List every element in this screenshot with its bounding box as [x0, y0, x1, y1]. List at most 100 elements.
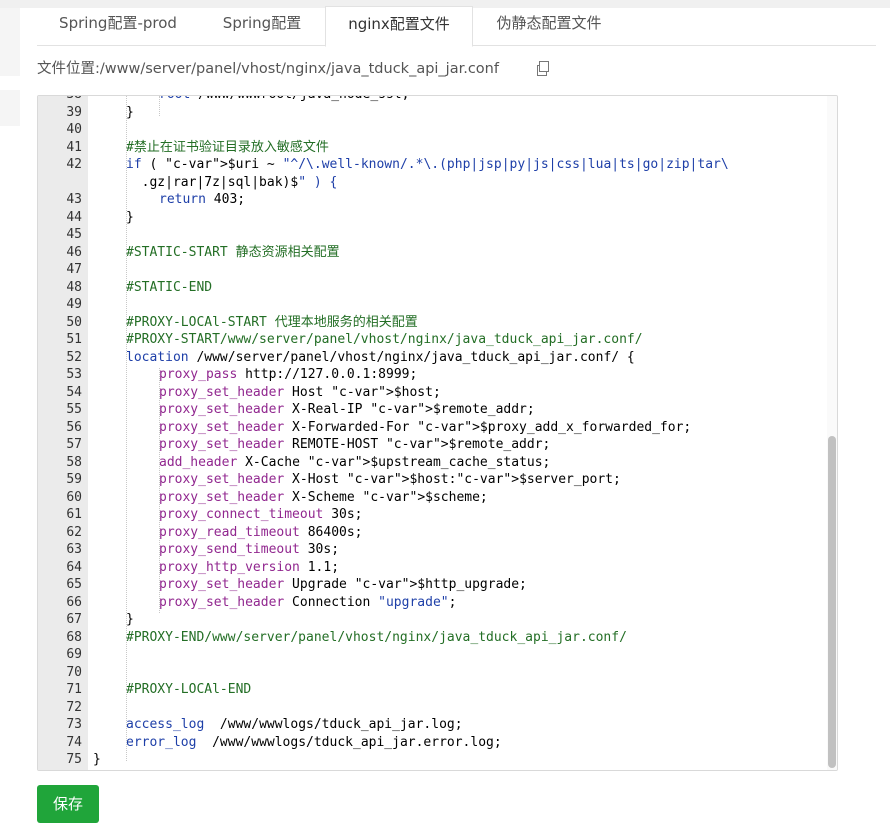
code-text: proxy_set_header Host "c-var">$host;: [159, 384, 441, 400]
code-text: access_log /www/wwwlogs/tduck_api_jar.lo…: [126, 717, 463, 732]
code-line: 59 proxy_set_header X-Host "c-var">$host:…: [38, 471, 828, 489]
code-line: 57 proxy_set_header REMOTE-HOST "c-var">$…: [38, 436, 828, 454]
code-line: 58 add_header X-Cache "c-var">$upstream_c…: [38, 454, 828, 472]
code-editor[interactable]: 38root /www/wwwroot/java_node_ssl;39}404…: [37, 95, 838, 771]
copy-icon[interactable]: [536, 61, 550, 77]
code-line: 68 #PROXY-END/www/server/panel/vhost/ngin…: [38, 629, 828, 647]
code-text: location /www/server/panel/vhost/nginx/j…: [126, 349, 635, 365]
code-line: 43 return 403;: [38, 191, 828, 209]
line-number: 59: [66, 472, 82, 487]
vertical-scrollbar[interactable]: [827, 96, 837, 770]
indent-guide: [126, 96, 127, 761]
code-text: #PROXY-END/www/server/panel/vhost/nginx/…: [126, 629, 627, 645]
line-number: 65: [66, 577, 82, 592]
line-number: 66: [66, 594, 82, 610]
code-text: }: [126, 612, 134, 627]
code-text: .gz|rar|7z|sql|bak)$" ) {: [126, 174, 338, 190]
code-line: 71 #PROXY-LOCAl-END: [38, 681, 828, 699]
code-text: #STATIC-START 静态资源相关配置: [126, 244, 340, 260]
save-button[interactable]: 保存: [37, 785, 99, 823]
line-number: 55: [66, 402, 82, 417]
line-number: 60: [66, 489, 82, 505]
code-line: 45: [38, 226, 828, 244]
line-number: 51: [66, 332, 82, 347]
line-number: 62: [66, 524, 82, 540]
line-number: 69: [66, 647, 82, 662]
line-number: 56: [66, 419, 82, 435]
code-line: 38 root /www/wwwroot/java_node_ssl;: [38, 96, 828, 104]
indent-guide: [159, 368, 160, 613]
code-line: 48 #STATIC-END: [38, 279, 828, 297]
tab-nginx-config[interactable]: nginx配置文件: [325, 6, 473, 47]
code-line: 40: [38, 121, 828, 139]
code-line: 41 #禁止在证书验证目录放入敏感文件: [38, 139, 828, 157]
line-number: 72: [66, 699, 82, 715]
code-line: 74 error_log /www/wwwlogs/tduck_api_jar.e…: [38, 734, 828, 752]
line-number: 44: [66, 209, 82, 225]
tab-spring-prod[interactable]: Spring配置-prod: [37, 6, 199, 44]
code-line: 55 proxy_set_header X-Real-IP "c-var">$re…: [38, 401, 828, 419]
line-number: 42: [66, 157, 82, 172]
code-line: 50 #PROXY-LOCAl-START 代理本地服务的相关配置: [38, 314, 828, 332]
code-text: #PROXY-LOCAl-START 代理本地服务的相关配置: [126, 314, 418, 330]
code-lines[interactable]: 38root /www/wwwroot/java_node_ssl;39}404…: [38, 96, 828, 769]
tab-spring[interactable]: Spring配置: [199, 6, 325, 44]
file-location: 文件位置:/www/server/panel/vhost/nginx/java_…: [37, 58, 499, 80]
file-location-label: 文件位置:: [37, 61, 100, 77]
line-number: 53: [66, 367, 82, 382]
code-text: error_log /www/wwwlogs/tduck_api_jar.err…: [126, 734, 502, 750]
code-line: 39}: [38, 104, 828, 122]
code-text: }: [126, 104, 134, 120]
code-text: proxy_send_timeout 30s;: [159, 542, 340, 557]
line-number: 46: [66, 244, 82, 260]
left-panel-edge: [0, 8, 20, 76]
line-number: 75: [66, 752, 82, 767]
code-text: proxy_connect_timeout 30s;: [159, 507, 363, 522]
code-text: proxy_http_version 1.1;: [159, 559, 340, 575]
code-text: proxy_set_header Upgrade "c-var">$http_u…: [159, 577, 527, 592]
scrollbar-thumb[interactable]: [828, 436, 836, 768]
code-text: proxy_set_header REMOTE-HOST "c-var">$re…: [159, 437, 551, 452]
line-number: 38: [38, 96, 82, 104]
line-number: 52: [66, 349, 82, 365]
code-line: 52 location /www/server/panel/vhost/nginx…: [38, 349, 828, 367]
code-text: #PROXY-LOCAl-END: [126, 682, 252, 697]
code-text: proxy_set_header Connection "upgrade";: [159, 594, 457, 610]
line-number: 45: [66, 227, 82, 242]
code-line: 51 #PROXY-START/www/server/panel/vhost/ng…: [38, 331, 828, 349]
code-line: .gz|rar|7z|sql|bak)$" ) {: [38, 174, 828, 192]
code-line: 65 proxy_set_header Upgrade "c-var">$http…: [38, 576, 828, 594]
code-line: 63 proxy_send_timeout 30s;: [38, 541, 828, 559]
config-tabs: Spring配置-prod Spring配置 nginx配置文件 伪静态配置文件: [37, 6, 876, 47]
code-text: proxy_set_header X-Forwarded-For "c-var"…: [159, 419, 692, 435]
code-text: #禁止在证书验证目录放入敏感文件: [126, 139, 329, 155]
code-text: proxy_pass http://127.0.0.1:8999;: [159, 367, 418, 382]
line-number: 61: [66, 507, 82, 522]
line-number: 48: [66, 279, 82, 295]
code-text: #PROXY-START/www/server/panel/vhost/ngin…: [126, 332, 643, 347]
code-line: 44}: [38, 209, 828, 227]
code-text: proxy_set_header X-Host "c-var">$host:"c…: [159, 472, 621, 487]
line-number: 41: [66, 139, 82, 155]
line-number: 71: [66, 682, 82, 697]
tab-rewrite-config[interactable]: 伪静态配置文件: [471, 6, 627, 44]
line-number: 50: [66, 314, 82, 330]
line-number: 57: [66, 437, 82, 452]
code-line: 67}: [38, 611, 828, 629]
code-line: 64 proxy_http_version 1.1;: [38, 559, 828, 577]
line-number: 63: [66, 542, 82, 557]
file-location-path: /www/server/panel/vhost/nginx/java_tduck…: [99, 61, 499, 77]
code-line: 56 proxy_set_header X-Forwarded-For "c-va…: [38, 419, 828, 437]
code-text: return 403;: [159, 192, 246, 207]
code-line: 69: [38, 646, 828, 664]
code-text: }: [93, 752, 101, 767]
line-number: 73: [66, 717, 82, 732]
code-line: 60 proxy_set_header X-Scheme "c-var">$sch…: [38, 489, 828, 507]
line-number: 39: [66, 104, 82, 120]
line-number: 74: [66, 734, 82, 750]
left-panel-edge: [0, 90, 20, 126]
code-text: root /www/wwwroot/java_node_ssl;: [93, 96, 828, 104]
line-number: 54: [66, 384, 82, 400]
code-text: #STATIC-END: [126, 279, 213, 295]
code-line: 47: [38, 261, 828, 279]
